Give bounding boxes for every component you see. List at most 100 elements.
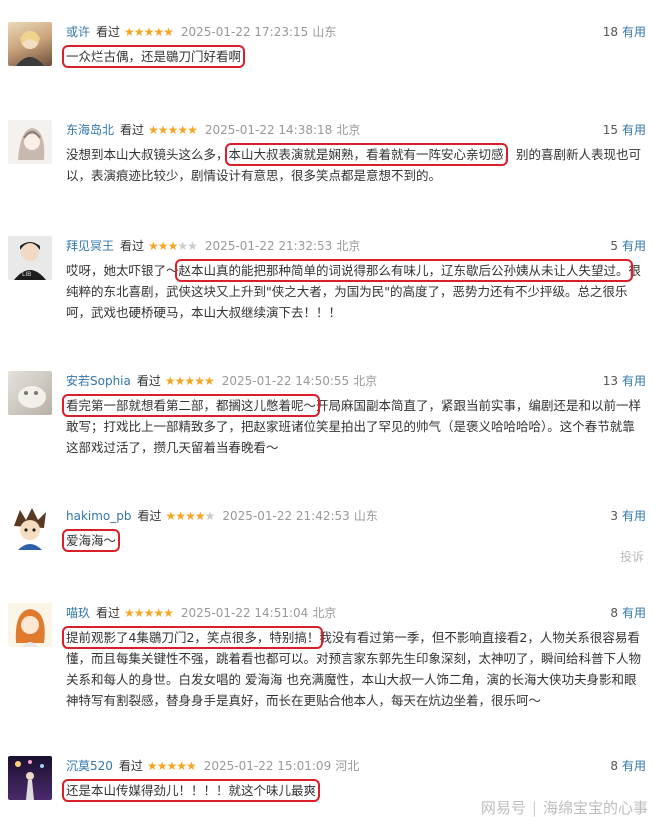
useful-button[interactable]: 有用 <box>622 759 646 773</box>
rating-stars: ★★★★★ <box>148 123 198 137</box>
useful-button[interactable]: 有用 <box>622 374 646 388</box>
useful-button[interactable]: 有用 <box>622 25 646 39</box>
useful-vote[interactable]: 13 有用 <box>603 371 646 391</box>
useful-vote[interactable]: 18 有用 <box>603 22 646 42</box>
star-filled-icon: ★ <box>174 374 186 388</box>
useful-vote[interactable]: 3 有用 <box>610 506 646 526</box>
review-content: 看完第一部就想看第二部，都搁这儿憋着呢～开局麻国副本简直了，紧跟当前实事，编剧还… <box>61 394 646 458</box>
review-text: 没想到本山大叔镜头这么多， <box>66 147 229 162</box>
watched-label: 看过 <box>137 509 162 523</box>
avatar[interactable] <box>8 371 52 415</box>
useful-button[interactable]: 有用 <box>622 606 646 620</box>
review-meta: 沉莫520 看过 ★★★★★ 2025-01-22 15:01:09 河北 <box>66 756 359 776</box>
useful-count: 13 <box>602 374 618 388</box>
avatar-image-icon <box>18 386 46 408</box>
review-content: 提前观影了4集鶡刀门2，笑点很多，特别搞！我没有看过第一季，但不影响直接看2，人… <box>61 626 646 711</box>
review-content: 一众烂古偶，还是鶡刀门好看啊 <box>61 45 646 68</box>
star-filled-icon: ★ <box>153 606 164 620</box>
username-link[interactable]: 东海岛北 <box>66 123 114 137</box>
star-filled-icon: ★ <box>164 374 176 388</box>
useful-button[interactable]: 有用 <box>622 239 646 253</box>
avatar[interactable] <box>8 603 52 647</box>
review-date: 2025-01-22 14:38:18 <box>204 123 333 137</box>
highlighted-text: 本山大叔表演就是娴熟，看着就有一阵安心亲切感 <box>224 143 508 166</box>
username-link[interactable]: 喵玖 <box>66 606 90 620</box>
star-filled-icon: ★ <box>187 123 198 137</box>
star-filled-icon: ★ <box>185 509 196 523</box>
review-meta: 拜见冥王 看过 ★★★★★ 2025-01-22 21:32:53 北京 <box>66 236 360 256</box>
useful-count: 8 <box>610 606 618 620</box>
avatar-image-icon <box>18 128 45 160</box>
rating-stars: ★★★★★ <box>164 374 215 388</box>
username-link[interactable]: 安若Sophia <box>66 374 131 388</box>
star-empty-icon: ★ <box>187 239 198 253</box>
avatar[interactable] <box>8 756 52 800</box>
avatar[interactable] <box>8 22 52 66</box>
highlighted-text: 赵本山真的能把那种简单的词说得那么有味儿，辽东歇后公孙姨从未让人失望过。 <box>174 259 633 282</box>
avatar[interactable]: LIB <box>8 236 52 280</box>
review-date: 2025-01-22 14:50:55 <box>221 374 350 388</box>
avatar-image-icon <box>14 508 46 550</box>
star-filled-icon: ★ <box>153 25 164 39</box>
star-filled-icon: ★ <box>148 123 159 137</box>
avatar-image-icon <box>15 760 44 800</box>
star-filled-icon: ★ <box>175 509 186 523</box>
rating-stars: ★★★★★ <box>146 759 197 773</box>
review-date: 2025-01-22 15:01:09 <box>203 759 332 773</box>
highlighted-text: 爱海海～ <box>61 529 121 552</box>
star-filled-icon: ★ <box>177 123 188 137</box>
highlighted-text: 还是本山传媒得劲儿！！！！就这个味儿最爽 <box>61 779 321 802</box>
username-link[interactable]: hakimo_pb <box>66 509 132 523</box>
username-link[interactable]: 或许 <box>66 25 90 39</box>
review-location: 山东 <box>312 25 337 39</box>
report-link[interactable]: 投诉 <box>620 548 644 565</box>
rating-stars: ★★★★★ <box>124 25 174 39</box>
useful-vote[interactable]: 8 有用 <box>610 756 646 776</box>
watermark-author: 海绵宝宝的心事 <box>542 799 648 817</box>
watermark-footer: 网易号 | 海绵宝宝的心事 <box>481 797 648 818</box>
star-filled-icon: ★ <box>184 374 195 388</box>
username-link[interactable]: 沉莫520 <box>66 759 113 773</box>
avatar[interactable] <box>8 506 52 550</box>
review-location: 北京 <box>312 606 337 620</box>
review-content: 没想到本山大叔镜头这么多，本山大叔表演就是娴熟，看着就有一阵安心亲切感，别的喜剧… <box>66 143 646 186</box>
rating-stars: ★★★★★ <box>124 606 174 620</box>
avatar[interactable] <box>8 120 52 164</box>
star-filled-icon: ★ <box>163 25 174 39</box>
review-content: 哎呀，她太吓银了～赵本山真的能把那种简单的词说得那么有味儿，辽东歇后公孙姨从未让… <box>66 259 646 323</box>
useful-button[interactable]: 有用 <box>622 123 646 137</box>
star-filled-icon: ★ <box>157 123 169 137</box>
watched-label: 看过 <box>118 759 143 773</box>
star-filled-icon: ★ <box>124 606 135 620</box>
review-meta: 或许 看过 ★★★★★ 2025-01-22 17:23:15 山东 <box>66 22 336 42</box>
highlighted-text: 一众烂古偶，还是鶡刀门好看啊 <box>61 45 246 68</box>
useful-count: 18 <box>602 25 618 39</box>
avatar-image-icon <box>15 609 45 647</box>
avatar-image-icon <box>16 31 44 66</box>
svg-text:LIB: LIB <box>22 271 31 278</box>
review-meta: 安若Sophia 看过 ★★★★★ 2025-01-22 14:50:55 北京 <box>66 371 377 391</box>
star-filled-icon: ★ <box>133 606 145 620</box>
useful-count: 3 <box>610 509 618 523</box>
star-filled-icon: ★ <box>148 239 159 253</box>
watched-label: 看过 <box>96 606 121 620</box>
star-empty-icon: ★ <box>177 239 188 253</box>
rating-stars: ★★★★★ <box>166 509 216 523</box>
useful-vote[interactable]: 5 有用 <box>610 236 646 256</box>
useful-vote[interactable]: 8 有用 <box>610 603 646 623</box>
review-date: 2025-01-22 21:32:53 <box>204 239 333 253</box>
useful-button[interactable]: 有用 <box>622 509 646 523</box>
star-filled-icon: ★ <box>185 759 197 773</box>
star-filled-icon: ★ <box>194 509 206 523</box>
star-filled-icon: ★ <box>156 759 168 773</box>
highlighted-text: 看完第一部就想看第二部，都搁这儿憋着呢～ <box>61 394 321 417</box>
useful-vote[interactable]: 15 有用 <box>603 120 646 140</box>
review-date: 2025-01-22 14:51:04 <box>180 606 309 620</box>
review-date: 2025-01-22 21:42:53 <box>222 509 350 523</box>
star-filled-icon: ★ <box>146 759 158 773</box>
star-filled-icon: ★ <box>176 759 187 773</box>
review-location: 北京 <box>336 123 361 137</box>
watched-label: 看过 <box>120 239 145 253</box>
username-link[interactable]: 拜见冥王 <box>66 239 114 253</box>
star-empty-icon: ★ <box>204 509 216 523</box>
